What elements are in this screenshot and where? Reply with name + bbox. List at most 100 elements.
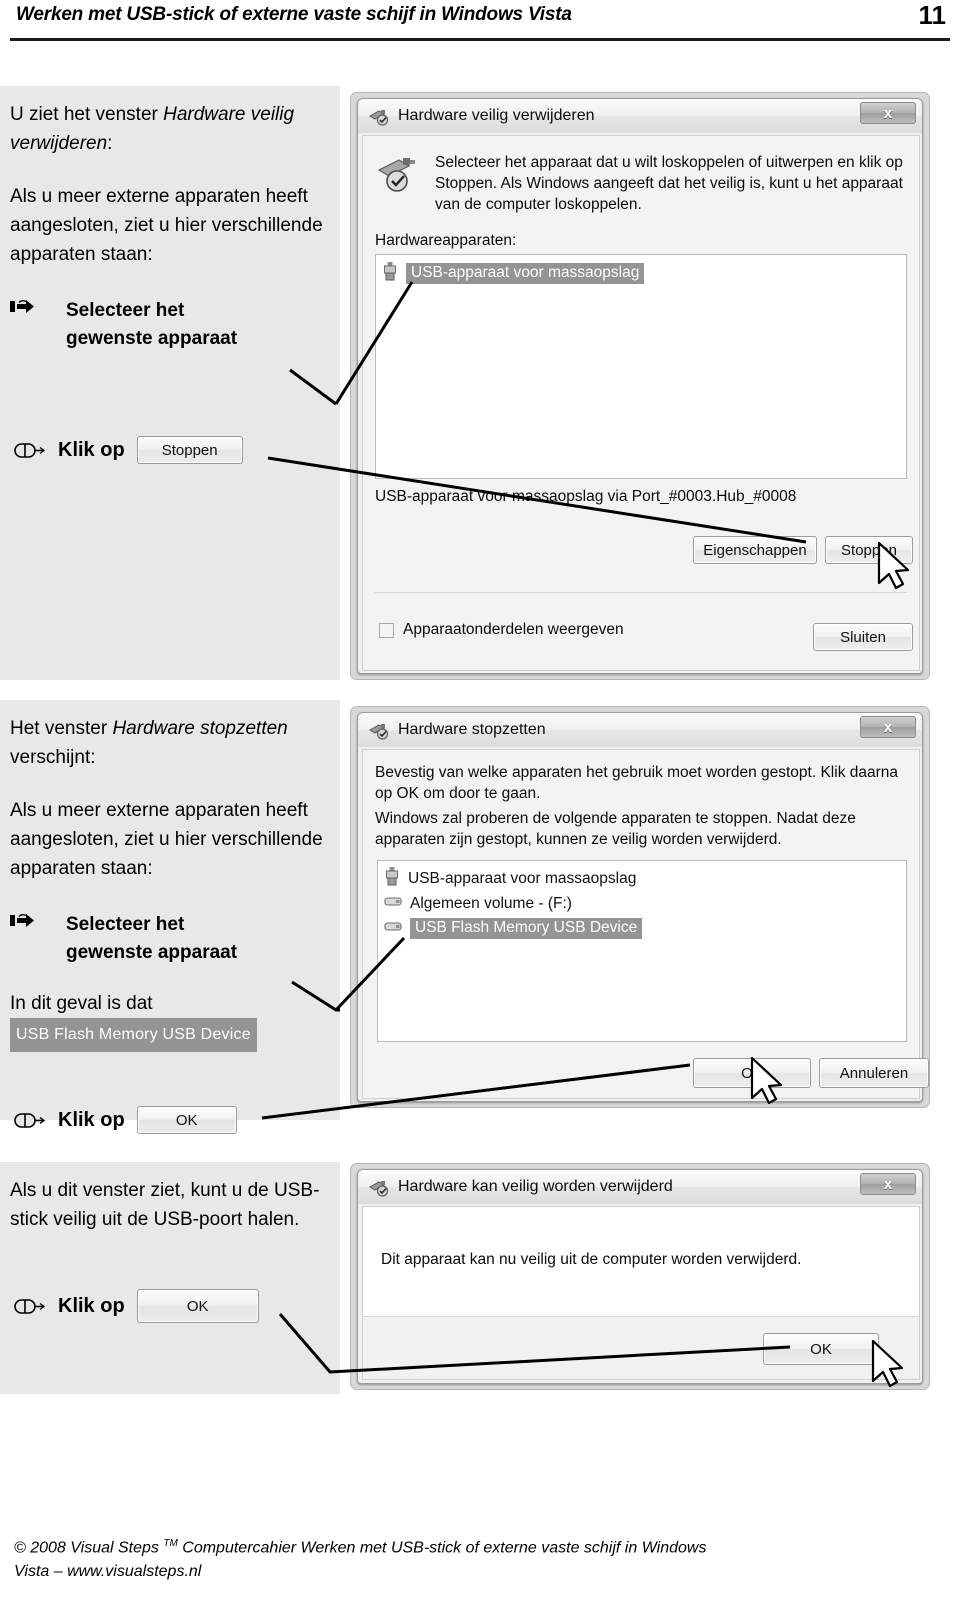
list-item-label: USB Flash Memory USB Device (410, 918, 643, 939)
section-2-step-line1: Selecteer het (66, 914, 185, 935)
section-3-click-row: Klik op OK (12, 1286, 332, 1326)
dialog2-titlebar[interactable]: Hardware stopzetten x (358, 713, 922, 747)
usb-check-icon (377, 154, 419, 198)
dialog2-para-1: Bevestig van welke apparaten het gebruik… (375, 764, 899, 802)
footer-title: Computercahier Werken met USB-stick of e… (177, 1539, 707, 1557)
dialog1-device-list[interactable]: USB-apparaat voor massaopslag (375, 254, 907, 479)
footer-tm: TM (163, 1538, 178, 1549)
section-2-intro: Het venster Hardware stopzetten verschij… (10, 714, 326, 772)
section-2-step-line2: gewenste apparaat (66, 942, 238, 963)
cancel-button[interactable]: Annuleren (819, 1058, 929, 1088)
section-3-click-label: Klik op (58, 1294, 125, 1317)
section-2-note-label: In dit geval is dat (10, 993, 153, 1014)
section-1-text-panel: U ziet het venster Hardware veilig verwi… (0, 86, 340, 680)
section-3-body: Als u dit venster ziet, kunt u de USB-st… (10, 1180, 320, 1230)
dialog2-device-list[interactable]: USB-apparaat voor massaopslag Algemeen v… (377, 860, 907, 1042)
properties-button[interactable]: Eigenschappen (693, 536, 817, 564)
usb-device-icon (382, 261, 398, 286)
dialog2-para-2: Windows zal proberen de volgende apparat… (375, 810, 856, 848)
header-title: Werken met USB-stick of externe vaste sc… (16, 4, 572, 25)
close-button[interactable]: Sluiten (813, 623, 913, 651)
inline-ok-button[interactable]: OK (136, 1106, 237, 1134)
dialog3-titlebar[interactable]: Hardware kan veilig worden verwijderd x (358, 1170, 922, 1204)
mouse-icon (12, 440, 46, 460)
dialog3-message: Dit apparaat kan nu veilig uit de comput… (381, 1251, 802, 1268)
section-1-intro: U ziet het venster Hardware veilig verwi… (10, 100, 326, 158)
list-item-label: Algemeen volume - (F:) (410, 894, 572, 912)
section-1-step-line1: Selecteer het (66, 300, 185, 321)
close-icon[interactable]: x (860, 716, 916, 738)
section-1-intro-plain: U ziet het venster (10, 104, 164, 125)
pointing-hand-icon (10, 297, 46, 325)
dialog1-list-label: Hardwareapparaten: (375, 232, 517, 249)
drive-icon (384, 919, 402, 938)
page-number: 11 (918, 0, 947, 30)
mouse-icon (12, 1296, 46, 1316)
section-2-intro-plain: Het venster (10, 718, 113, 739)
section-2-text-panel: Het venster Hardware stopzetten verschij… (0, 700, 340, 1120)
dialog1-status-text: USB-apparaat voor massaopslag via Port_#… (375, 488, 797, 505)
dialog3-message-area: Dit apparaat kan nu veilig uit de comput… (362, 1206, 920, 1316)
mouse-icon (12, 1110, 46, 1130)
page-footer: © 2008 Visual Steps TM Computercahier We… (14, 1532, 914, 1584)
hardware-unplug-icon (368, 106, 390, 126)
dialog2-title: Hardware stopzetten (398, 721, 546, 738)
section-1-click-row: Klik op Stoppen (12, 432, 332, 468)
section-2-note-highlight: USB Flash Memory USB Device (10, 1018, 257, 1052)
dialog-hardware-kan-veilig-worden-verwijderd: Hardware kan veilig worden verwijderd x … (357, 1169, 923, 1384)
dialog-hardware-stopzetten: Hardware stopzetten x Bevestig van welke… (357, 712, 929, 1102)
show-device-components-checkbox[interactable] (379, 623, 394, 638)
section-2-click-label: Klik op (58, 1108, 125, 1131)
dialog1-title: Hardware veilig verwijderen (398, 107, 595, 124)
dialog3-button-area: OK (362, 1316, 920, 1380)
dialog1-titlebar[interactable]: Hardware veilig verwijderen x (358, 99, 922, 133)
dialog1-body: Selecteer het apparaat dat u wilt loskop… (362, 135, 920, 671)
close-icon[interactable]: x (860, 1173, 916, 1195)
dialog1-separator (375, 592, 907, 593)
footer-url-line: Vista – www.visualsteps.nl (14, 1563, 202, 1581)
section-2-intro-tail: verschijnt: (10, 747, 96, 768)
dialog1-checkbox-label: Apparaatonderdelen weergeven (403, 621, 624, 638)
section-2-intro-italic: Hardware stopzetten (112, 718, 288, 739)
close-icon[interactable]: x (860, 102, 916, 124)
dialog2-body: Bevestig van welke apparaten het gebruik… (362, 749, 929, 1099)
dialog3-title: Hardware kan veilig worden verwijderd (398, 1178, 673, 1195)
section-2-body: Als u meer externe apparaten heeft aange… (10, 800, 323, 879)
dialog1-intro: Selecteer het apparaat dat u wilt loskop… (435, 154, 903, 213)
section-2-step-text: Selecteer het gewenste apparaat (56, 911, 237, 967)
section-3-text-panel: Als u dit venster ziet, kunt u de USB-st… (0, 1162, 340, 1394)
stop-button[interactable]: Stoppen (825, 536, 913, 564)
list-item[interactable]: USB Flash Memory USB Device (378, 916, 906, 941)
header-divider (10, 38, 950, 41)
ok-button[interactable]: OK (693, 1058, 811, 1088)
list-item[interactable]: USB-apparaat voor massaopslag (376, 261, 906, 286)
inline-stoppen-button[interactable]: Stoppen (136, 436, 243, 464)
dialog-hardware-veilig-verwijderen: Hardware veilig verwijderen x Selecteer … (357, 98, 923, 674)
section-1-step: Selecteer het gewenste apparaat (10, 297, 326, 353)
page-header: Werken met USB-stick of externe vaste sc… (0, 0, 960, 44)
hardware-unplug-icon (368, 1177, 390, 1197)
section-1-step-text: Selecteer het gewenste apparaat (56, 297, 237, 353)
section-2-click-row: Klik op OK (12, 1102, 332, 1138)
section-1-intro-tail: : (107, 133, 113, 154)
footer-copyright: © 2008 Visual Steps (14, 1539, 164, 1557)
hardware-unplug-icon (368, 720, 390, 740)
list-item-label: USB-apparaat voor massaopslag (408, 869, 637, 887)
list-item[interactable]: USB-apparaat voor massaopslag (378, 866, 906, 891)
list-item-label: USB-apparaat voor massaopslag (406, 263, 645, 284)
ok-button[interactable]: OK (763, 1333, 879, 1365)
section-2-step: Selecteer het gewenste apparaat (10, 911, 326, 967)
section-1-step-line2: gewenste apparaat (66, 328, 238, 349)
dialog-hardware-kan-veilig-frame: Hardware kan veilig worden verwijderd x … (350, 1163, 930, 1390)
list-item[interactable]: Algemeen volume - (F:) (378, 891, 906, 916)
dialog-hardware-veilig-verwijderen-frame: Hardware veilig verwijderen x Selecteer … (350, 92, 930, 680)
inline-ok-button[interactable]: OK (136, 1289, 259, 1323)
drive-icon (384, 894, 402, 913)
section-1-click-label: Klik op (58, 438, 125, 461)
section-1-body: Als u meer externe apparaten heeft aange… (10, 186, 323, 265)
